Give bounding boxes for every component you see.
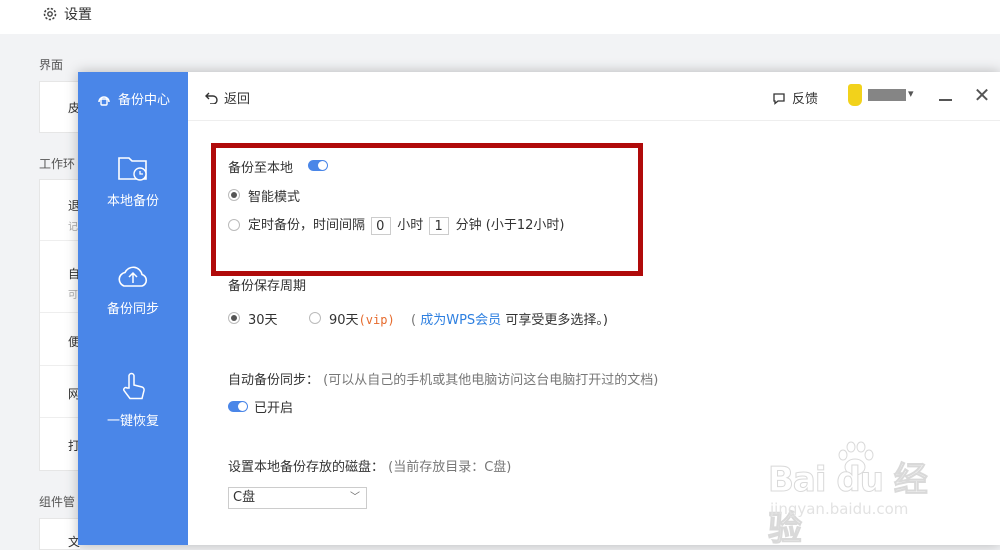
retention-30-radio[interactable]: [228, 312, 240, 324]
highlight-box: [211, 143, 643, 276]
auto-sync-label: 自动备份同步：: [228, 373, 320, 388]
divider: [40, 417, 79, 418]
member-note-suffix: 可享受更多选择。): [505, 313, 608, 328]
disk-row: 设置本地备份存放的磁盘： (当前存放目录：C盘): [228, 456, 511, 475]
back-label: 返回: [224, 92, 251, 107]
disk-hint: (当前存放目录：C盘): [388, 460, 512, 475]
workspace-item-2-sub: 可: [68, 290, 78, 301]
divider: [40, 240, 79, 241]
feedback-button[interactable]: 反馈: [772, 88, 818, 107]
avatar[interactable]: [848, 84, 862, 106]
sidebar-item-label: 本地备份: [106, 194, 159, 209]
sidebar-item-backup-sync[interactable]: 备份同步: [78, 262, 188, 317]
retention-90-radio[interactable]: [309, 312, 321, 324]
chevron-down-icon[interactable]: ▾: [908, 87, 914, 100]
section-interface: 界面: [39, 58, 64, 72]
hand-pointer-icon: [123, 372, 145, 400]
section-components: 组件管: [39, 495, 76, 509]
auto-sync-toggle[interactable]: [228, 401, 248, 412]
disk-label: 设置本地备份存放的磁盘：: [228, 460, 385, 475]
watermark-url: jingyan.baidu.com: [770, 500, 909, 518]
username-redacted[interactable]: [868, 89, 906, 101]
feedback-label: 反馈: [792, 92, 819, 107]
cloud-upload-icon: [118, 266, 148, 287]
disk-select[interactable]: C盘 ﹀: [228, 487, 367, 509]
retention-30-label: 30天: [248, 313, 278, 328]
divider: [40, 365, 79, 366]
section-workspace: 工作环: [39, 157, 76, 171]
sidebar-header: 备份中心: [96, 89, 170, 108]
backup-center-icon: [98, 95, 110, 106]
become-wps-member-link[interactable]: 成为WPS会员: [420, 313, 501, 328]
vip-tag: (vip): [358, 313, 395, 327]
settings-title: 设置: [42, 4, 92, 24]
disk-select-value: C盘: [233, 490, 256, 505]
watermark: Bai du 经验 jingyan.baidu.com: [768, 440, 948, 550]
divider: [40, 312, 79, 313]
retention-90-label: 90天: [329, 313, 359, 328]
auto-sync-row: 自动备份同步： (可以从自己的手机或其他电脑访问这台电脑打开过的文档): [228, 369, 658, 388]
minimize-button[interactable]: [934, 85, 958, 109]
chevron-down-icon: ﹀: [350, 492, 360, 503]
member-note: ( 成为WPS会员 可享受更多选择。): [411, 309, 608, 328]
sidebar-item-label: 备份同步: [106, 302, 159, 317]
auto-sync-hint: (可以从自己的手机或其他电脑访问这台电脑打开过的文档): [323, 373, 659, 388]
close-button[interactable]: ✕: [970, 83, 994, 107]
member-note-paren: (: [411, 313, 417, 328]
gear-icon: [43, 7, 57, 21]
undo-icon: [205, 92, 218, 104]
sidebar: 备份中心 本地备份 备份同步 一键恢复: [78, 72, 188, 545]
chat-bubble-icon: [773, 92, 785, 105]
retention-label: 备份保存周期: [228, 279, 307, 294]
retention-90-option: 90天(vip): [329, 309, 395, 328]
auto-sync-status: 已开启: [254, 401, 294, 416]
sidebar-item-restore[interactable]: 一键恢复: [78, 370, 188, 429]
dialog-topbar: 返回 反馈 ▾ ✕: [188, 72, 1000, 121]
folder-clock-icon: [118, 157, 147, 181]
back-button[interactable]: 返回: [205, 88, 250, 107]
settings-header: [0, 0, 1000, 34]
sidebar-title: 备份中心: [118, 93, 171, 108]
sidebar-item-label: 一键恢复: [106, 414, 159, 429]
sidebar-item-local-backup[interactable]: 本地备份: [78, 154, 188, 209]
workspace-item-1-sub: 记: [68, 222, 78, 233]
settings-title-text: 设置: [64, 7, 92, 23]
